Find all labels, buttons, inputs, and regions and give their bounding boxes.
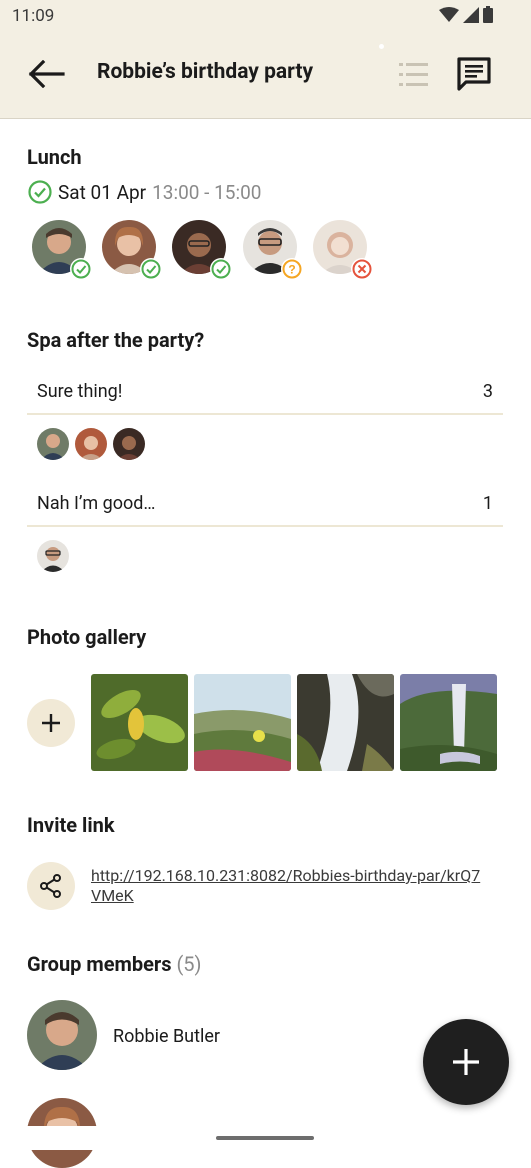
maybe-badge: ? xyxy=(281,258,303,280)
add-photo-button[interactable] xyxy=(27,699,75,747)
members-title-label: Group members xyxy=(27,952,172,976)
poll-option-count: 3 xyxy=(482,381,493,402)
page-title: Robbie’s birthday party xyxy=(97,60,314,84)
accepted-badge xyxy=(70,258,92,280)
app-bar: Robbie’s birthday party xyxy=(0,32,531,119)
share-button[interactable] xyxy=(27,862,75,910)
voter-avatar xyxy=(37,540,69,572)
check-circle-icon xyxy=(71,259,91,279)
gallery-photo[interactable] xyxy=(400,674,497,771)
check-circle-icon xyxy=(28,180,52,204)
poll-option-label: Nah I’m good… xyxy=(37,493,156,514)
poll-option[interactable]: Nah I’m good… 1 xyxy=(27,481,503,527)
attendee-avatar[interactable] xyxy=(32,220,92,280)
poll-option[interactable]: Sure thing! 3 xyxy=(27,369,503,415)
cell-signal-icon xyxy=(463,6,479,23)
event-title: Lunch xyxy=(27,145,82,169)
event-date: Sat 01 Apr xyxy=(58,180,147,204)
check-circle-icon xyxy=(141,259,161,279)
plus-icon xyxy=(453,1049,479,1075)
members-count: (5) xyxy=(176,952,202,976)
chat-icon xyxy=(457,57,491,91)
gallery-photo[interactable] xyxy=(297,674,394,771)
status-time: 11:09 xyxy=(12,6,55,26)
plus-icon xyxy=(42,714,60,732)
attendee-avatar[interactable]: ? xyxy=(243,220,303,280)
attendee-avatar[interactable] xyxy=(313,220,373,280)
invite-title: Invite link xyxy=(27,813,115,837)
event-date-row: Sat 01 Apr 13:00 - 15:00 xyxy=(28,180,261,204)
declined-badge xyxy=(351,258,373,280)
voter-avatar xyxy=(113,428,145,460)
back-button[interactable] xyxy=(26,56,66,92)
attendee-avatar[interactable] xyxy=(172,220,232,280)
event-time: 13:00 - 15:00 xyxy=(152,180,262,204)
check-circle-icon xyxy=(211,259,231,279)
gallery-photo[interactable] xyxy=(194,674,291,771)
share-icon xyxy=(40,874,61,898)
list-view-button[interactable] xyxy=(396,59,432,91)
invite-link[interactable]: http://192.168.10.231:8082/Robbies-birth… xyxy=(91,866,481,906)
status-bar: 11:09 xyxy=(0,0,531,32)
svg-text:?: ? xyxy=(288,263,295,277)
status-icons xyxy=(439,6,493,23)
navigation-handle[interactable] xyxy=(216,1136,314,1140)
poll-title: Spa after the party? xyxy=(27,328,205,352)
add-fab-button[interactable] xyxy=(423,1019,509,1105)
voter-avatar xyxy=(37,428,69,460)
question-circle-icon: ? xyxy=(282,259,302,279)
member-name: Robbie Butler xyxy=(113,1026,221,1047)
gallery-photo[interactable] xyxy=(91,674,188,771)
close-circle-icon xyxy=(352,259,372,279)
list-icon xyxy=(399,63,428,86)
attendee-avatar[interactable] xyxy=(102,220,162,280)
indicator-dot xyxy=(379,44,384,49)
member-avatar[interactable] xyxy=(27,1000,97,1070)
poll-option-count: 1 xyxy=(482,493,493,514)
gallery-title: Photo gallery xyxy=(27,625,147,649)
members-title: Group members (5) xyxy=(27,952,202,976)
voter-avatar xyxy=(75,428,107,460)
chat-button[interactable] xyxy=(455,56,493,92)
accepted-badge xyxy=(210,258,232,280)
accepted-badge xyxy=(140,258,162,280)
battery-icon xyxy=(483,6,493,23)
wifi-icon xyxy=(439,6,459,22)
poll-option-label: Sure thing! xyxy=(37,381,123,402)
arrow-back-icon xyxy=(28,60,65,88)
